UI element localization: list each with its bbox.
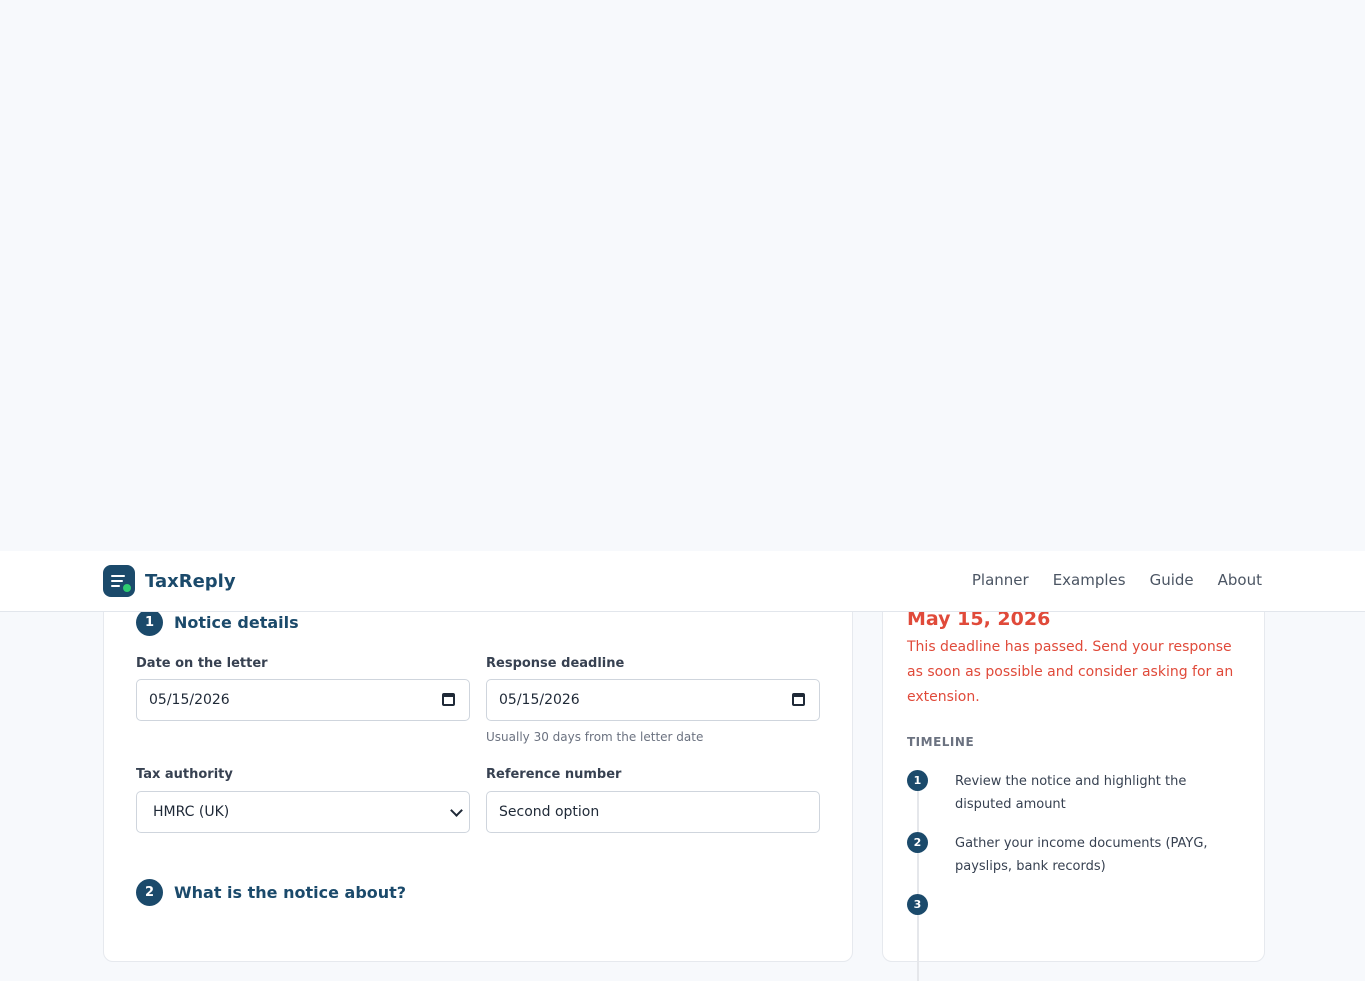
authority-value: HMRC (UK): [153, 804, 230, 820]
step-number: 2: [136, 879, 163, 906]
nav-link-about[interactable]: About: [1218, 571, 1262, 589]
calendar-icon[interactable]: [792, 693, 805, 706]
timeline-step-text: Review the notice and highlight the disp…: [955, 774, 1187, 812]
section-notice-details: 1 Notice details: [136, 609, 299, 636]
deadline-warning: This deadline has passed. Send your resp…: [907, 639, 1234, 705]
reference-value: Second option: [499, 804, 600, 820]
timeline-step-text: Gather your income documents (PAYG, pays…: [955, 836, 1208, 874]
step-number: 1: [136, 609, 163, 636]
top-nav: TaxReply Planner Examples Guide About: [0, 551, 1365, 612]
nav-link-planner[interactable]: Planner: [972, 571, 1029, 589]
timeline-step-number: 1: [907, 770, 928, 791]
nav-link-guide[interactable]: Guide: [1150, 571, 1194, 589]
deadline-value: 05/15/2026: [499, 692, 580, 708]
letter-date-value: 05/15/2026: [149, 692, 230, 708]
deadline-hint: Usually 30 days from the letter date: [486, 730, 704, 744]
nav-link-examples[interactable]: Examples: [1053, 571, 1126, 589]
deadline-input[interactable]: 05/15/2026: [486, 679, 820, 721]
authority-label: Tax authority: [136, 767, 233, 782]
chevron-down-icon: [450, 804, 463, 817]
timeline-heading: TIMELINE: [907, 735, 975, 749]
authority-select[interactable]: HMRC (UK): [136, 791, 470, 833]
timeline-step-number: 2: [907, 832, 928, 853]
section-title: Notice details: [174, 613, 299, 632]
timeline-line: [917, 781, 919, 981]
brand-name: TaxReply: [145, 570, 236, 592]
nav-links: Planner Examples Guide About: [972, 571, 1262, 589]
notice-form-card: 1 Notice details Date on the letter 05/1…: [103, 560, 853, 962]
brand[interactable]: TaxReply: [103, 565, 236, 597]
reference-input[interactable]: Second option: [486, 791, 820, 833]
letter-date-input[interactable]: 05/15/2026: [136, 679, 470, 721]
reference-label: Reference number: [486, 767, 622, 782]
letter-date-label: Date on the letter: [136, 656, 268, 671]
deadline-label: Response deadline: [486, 656, 625, 671]
section-title: What is the notice about?: [174, 883, 407, 902]
timeline-step-number: 3: [907, 894, 928, 915]
section-notice-about: 2 What is the notice about?: [136, 879, 406, 906]
document-check-icon: [103, 565, 135, 597]
calendar-icon[interactable]: [442, 693, 455, 706]
deadline-card: May 15, 2026 This deadline has passed. S…: [882, 560, 1265, 981]
